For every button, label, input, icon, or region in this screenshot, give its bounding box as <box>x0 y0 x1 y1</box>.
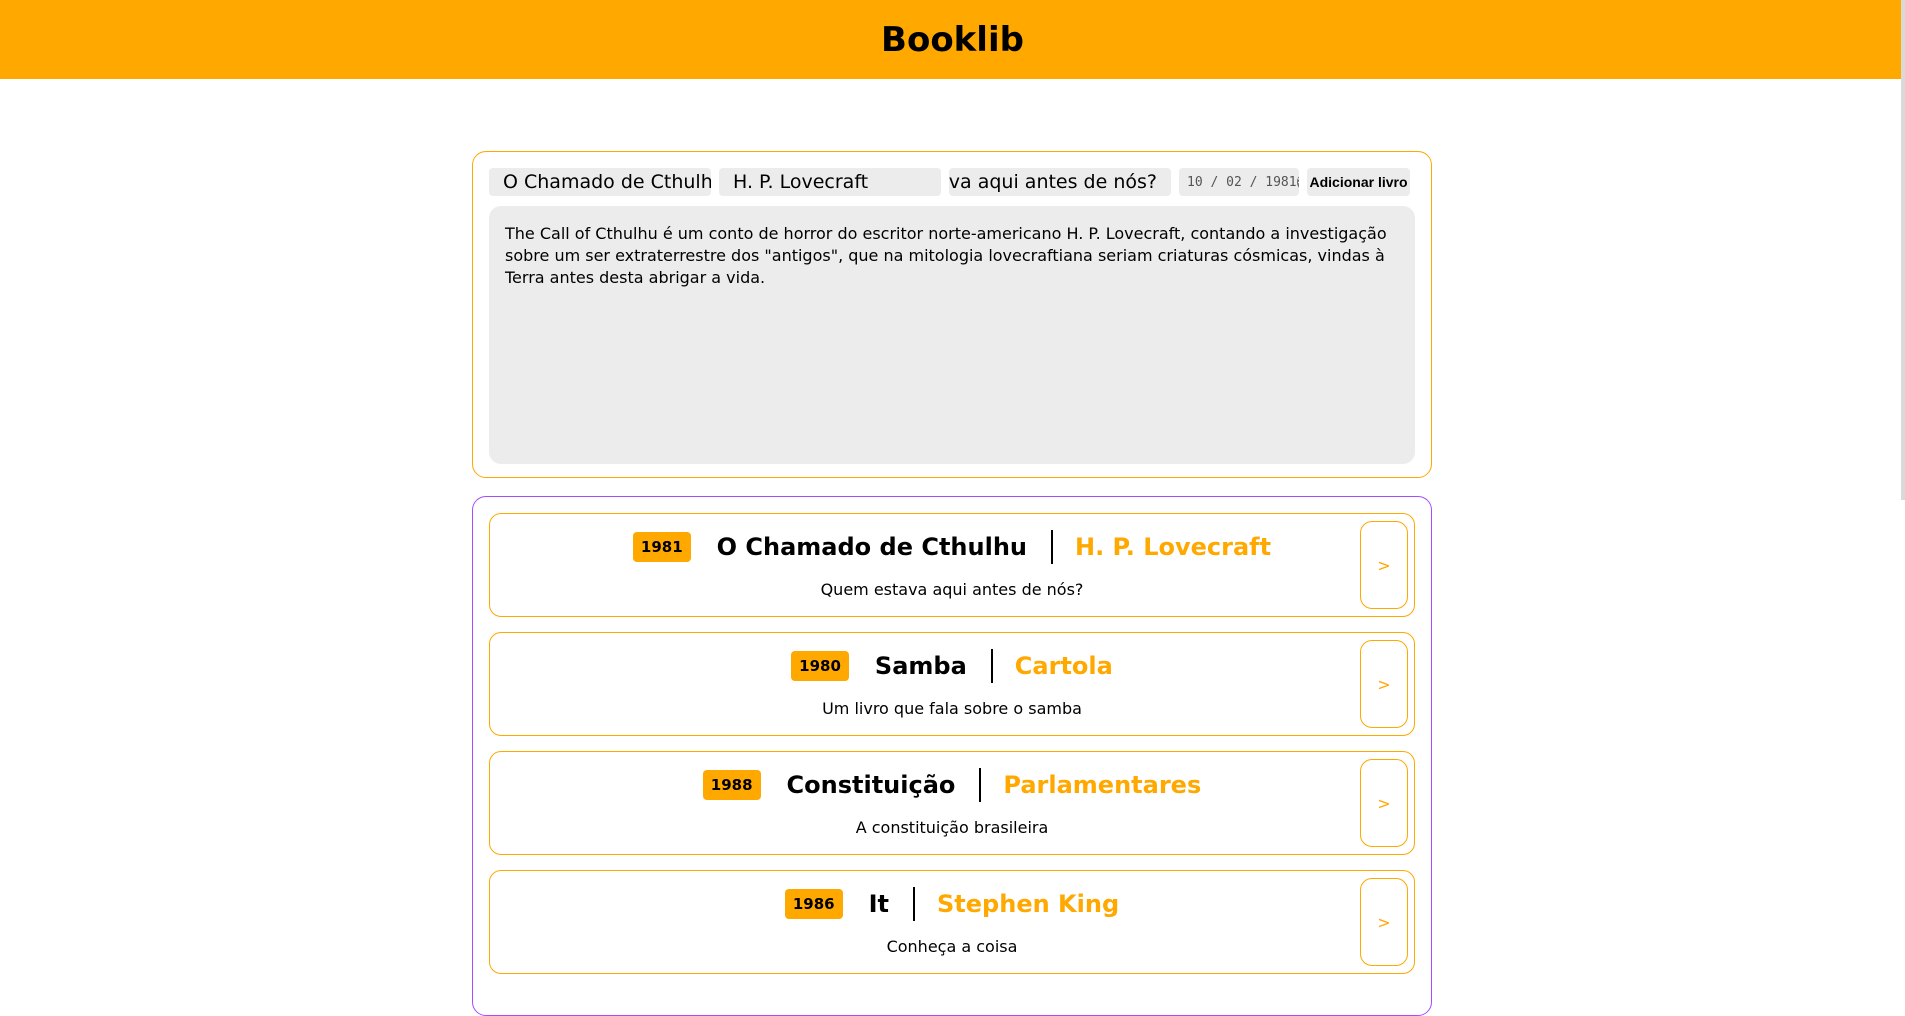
open-book-button[interactable]: > <box>1360 759 1408 847</box>
title-author-divider <box>979 768 982 802</box>
year-badge: 1980 <box>791 651 849 681</box>
book-header: 1988 Constituição Parlamentares <box>490 768 1358 802</box>
open-book-button[interactable]: > <box>1360 521 1408 609</box>
app-title: Booklib <box>881 19 1024 60</box>
book-card: 1980 Samba Cartola Um livro que fala sob… <box>489 632 1415 736</box>
add-book-button[interactable]: Adicionar livro <box>1307 168 1410 196</box>
subtitle-input[interactable]: stava aqui antes de nós? <box>949 168 1171 196</box>
book-title: It <box>868 890 890 918</box>
author-input[interactable]: H. P. Lovecraft <box>719 168 941 196</box>
book-author: Parlamentares <box>1003 771 1202 799</box>
year-badge: 1981 <box>632 532 691 562</box>
book-title: Constituição <box>786 771 956 799</box>
book-author: Cartola <box>1014 652 1113 680</box>
year-badge: 1986 <box>784 889 843 919</box>
title-author-divider <box>913 887 916 921</box>
book-title: Samba <box>874 652 967 680</box>
open-book-button[interactable]: > <box>1360 640 1408 728</box>
title-author-divider <box>1051 530 1053 564</box>
description-textarea[interactable]: The Call of Cthulhu é um conto de horror… <box>489 206 1415 464</box>
book-card: 1988 Constituição Parlamentares A consti… <box>489 751 1415 855</box>
clear-icon[interactable]: ✕ <box>1296 176 1299 188</box>
book-description: Um livro que fala sobre o samba <box>822 699 1082 718</box>
year-badge: 1988 <box>702 770 761 800</box>
add-book-form: O Chamado de Cthulhu H. P. Lovecraft sta… <box>472 151 1432 478</box>
book-author: H. P. Lovecraft <box>1075 533 1272 561</box>
book-header: 1980 Samba Cartola <box>490 649 1358 683</box>
form-fields-row: O Chamado de Cthulhu H. P. Lovecraft sta… <box>489 168 1415 196</box>
title-author-divider <box>990 649 993 683</box>
date-input[interactable]: 10 / 02 / 1981 ✕ <box>1179 168 1299 196</box>
book-title: O Chamado de Cthulhu <box>716 533 1027 561</box>
open-book-button[interactable]: > <box>1360 878 1408 966</box>
app-header: Booklib <box>0 0 1905 79</box>
title-input[interactable]: O Chamado de Cthulhu <box>489 168 711 196</box>
book-header: 1986 It Stephen King <box>490 887 1358 921</box>
page-scrollbar[interactable] <box>1901 0 1905 500</box>
book-card: 1981 O Chamado de Cthulhu H. P. Lovecraf… <box>489 513 1415 617</box>
book-description: Quem estava aqui antes de nós? <box>820 580 1084 599</box>
book-author: Stephen King <box>937 890 1120 918</box>
date-value: 10 / 02 / 1981 <box>1187 174 1297 190</box>
book-card: 1986 It Stephen King Conheça a coisa > <box>489 870 1415 974</box>
book-description: Conheça a coisa <box>886 937 1018 956</box>
book-header: 1981 O Chamado de Cthulhu H. P. Lovecraf… <box>490 530 1358 564</box>
book-list: 1981 O Chamado de Cthulhu H. P. Lovecraf… <box>472 496 1432 1016</box>
book-description: A constituição brasileira <box>855 818 1049 837</box>
